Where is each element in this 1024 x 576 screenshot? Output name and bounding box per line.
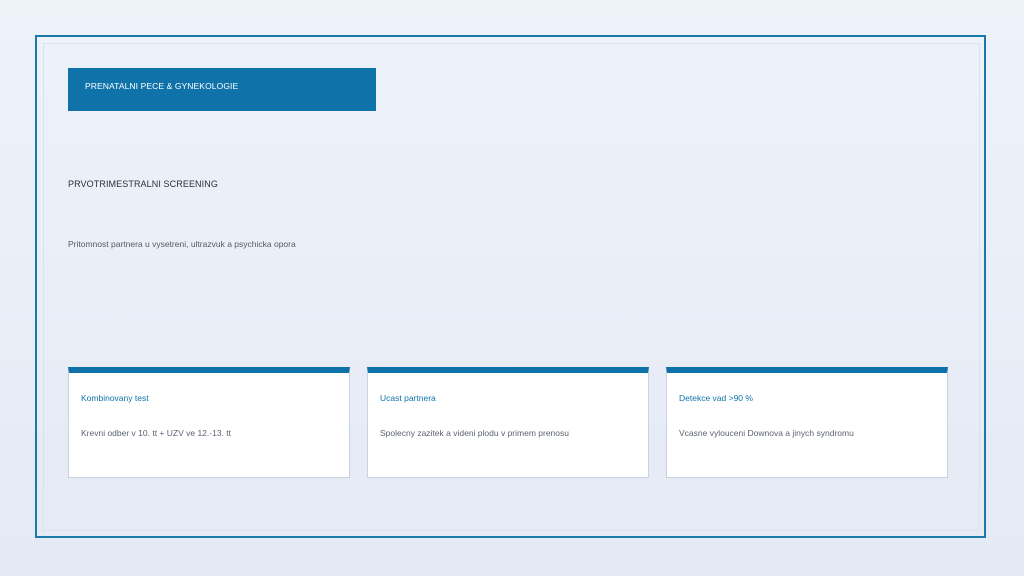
- card-title: Kombinovany test: [81, 393, 149, 403]
- card-combined-test: Kombinovany test Krevni odber v 10. tt +…: [68, 367, 350, 478]
- card-title: Ucast partnera: [380, 393, 436, 403]
- card-text: Krevni odber v 10. tt + UZV ve 12.-13. t…: [81, 428, 232, 438]
- card-text: Spolecny zazitek a videni plodu v primem…: [380, 428, 569, 438]
- card-text: Vcasne vylouceni Downova a jinych syndro…: [679, 428, 854, 438]
- page-subtitle: Pritomnost partnera u vysetreni, ultrazv…: [68, 239, 296, 249]
- card-partner-participation: Ucast partnera Spolecny zazitek a videni…: [367, 367, 649, 478]
- card-title: Detekce vad >90 %: [679, 393, 753, 403]
- page-title: PRVOTRIMESTRALNI SCREENING: [68, 179, 218, 189]
- card-defect-detection: Detekce vad >90 % Vcasne vylouceni Downo…: [666, 367, 948, 478]
- header-banner: PRENATALNI PECE & GYNEKOLOGIE: [68, 68, 376, 111]
